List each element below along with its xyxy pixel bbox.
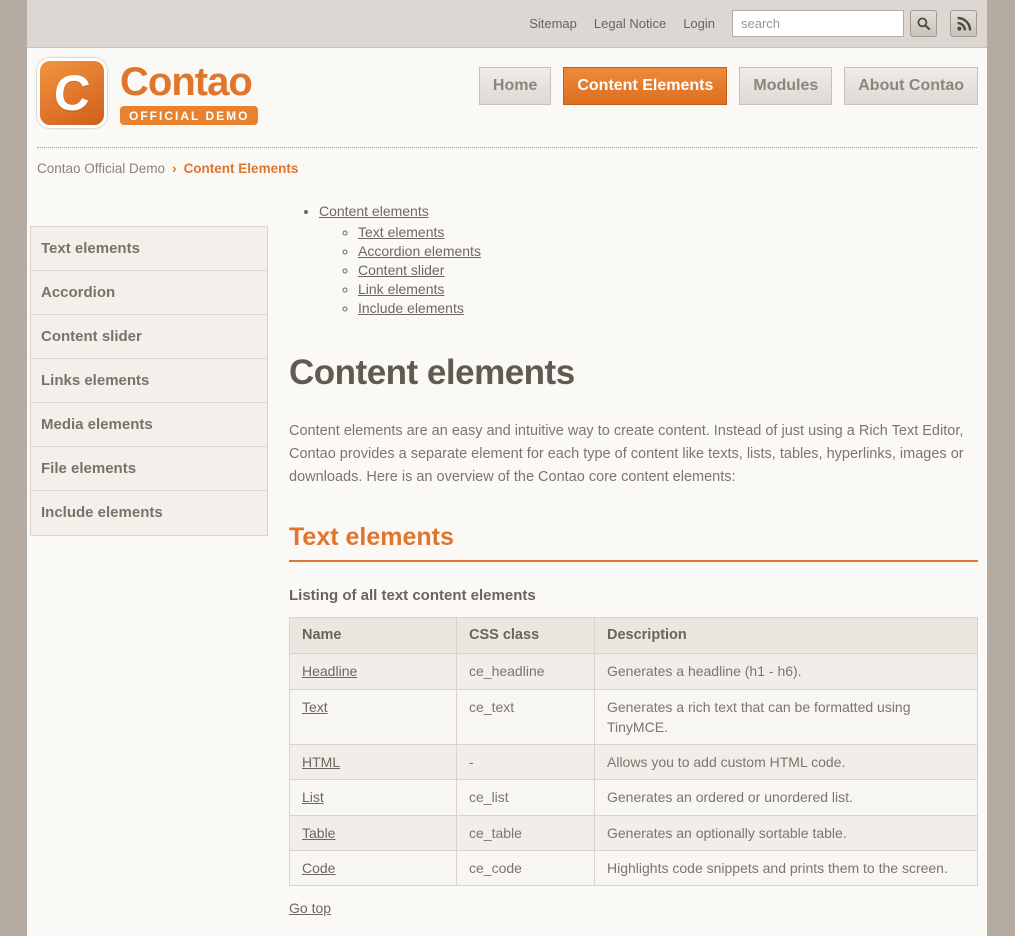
sidebar-navigation: Text elements Accordion Content slider L…: [30, 226, 268, 536]
table-caption: Listing of all text content elements: [289, 587, 978, 604]
toc-item: Content slider: [358, 262, 978, 278]
login-link[interactable]: Login: [683, 16, 715, 31]
search-icon: [916, 16, 932, 32]
table-row: Text ce_text Generates a rich text that …: [290, 689, 978, 745]
table-cell-css: ce_list: [457, 780, 595, 815]
search-input[interactable]: [732, 10, 904, 37]
toc-link-include-elements[interactable]: Include elements: [358, 300, 464, 316]
table-cell-description: Generates an ordered or unordered list.: [595, 780, 978, 815]
table-link-table[interactable]: Table: [302, 825, 335, 841]
nav-item-modules[interactable]: Modules: [739, 67, 832, 105]
nav-item-home[interactable]: Home: [479, 67, 551, 105]
table-cell-css: ce_table: [457, 815, 595, 850]
table-row: List ce_list Generates an ordered or uno…: [290, 780, 978, 815]
toc-item: Accordion elements: [358, 243, 978, 259]
table-link-headline[interactable]: Headline: [302, 663, 357, 679]
table-cell-description: Generates a headline (h1 - h6).: [595, 654, 978, 689]
rss-icon: [956, 16, 972, 32]
search-button[interactable]: [910, 10, 937, 37]
section-title-text-elements: Text elements: [289, 523, 978, 562]
toc-link-accordion-elements[interactable]: Accordion elements: [358, 243, 481, 259]
rss-button[interactable]: [950, 10, 977, 37]
sidebar-item-accordion[interactable]: Accordion: [31, 271, 267, 315]
page-container: Sitemap Legal Notice Login: [27, 0, 987, 936]
toc-item: Include elements: [358, 300, 978, 316]
nav-item-content-elements[interactable]: Content Elements: [563, 67, 727, 105]
toc-link-content-slider[interactable]: Content slider: [358, 262, 444, 278]
toc-link-content-elements[interactable]: Content elements: [319, 203, 429, 219]
table-cell-css: ce_code: [457, 851, 595, 886]
breadcrumb-root[interactable]: Contao Official Demo: [37, 161, 165, 176]
logo-letter: C: [52, 68, 92, 118]
sidebar-item-text-elements[interactable]: Text elements: [31, 227, 267, 271]
breadcrumb: Contao Official Demo › Content Elements: [27, 148, 987, 187]
main-content: Content elements Text elements Accordion…: [289, 187, 978, 936]
page-title: Content elements: [289, 353, 978, 393]
sidebar-item-file-elements[interactable]: File elements: [31, 447, 267, 491]
logo-text: Contao OFFICIAL DEMO: [120, 61, 258, 125]
toc-link-text-elements[interactable]: Text elements: [358, 224, 444, 240]
sidebar-item-content-slider[interactable]: Content slider: [31, 315, 267, 359]
breadcrumb-separator-icon: ›: [172, 161, 177, 176]
main-navigation: Home Content Elements Modules About Cont…: [479, 67, 978, 105]
intro-paragraph: Content elements are an easy and intuiti…: [289, 420, 978, 488]
table-link-code[interactable]: Code: [302, 860, 335, 876]
logo-name: Contao: [120, 61, 258, 103]
column-header-description: Description: [595, 618, 978, 654]
sidebar-item-include-elements[interactable]: Include elements: [31, 491, 267, 535]
table-cell-description: Generates a rich text that can be format…: [595, 689, 978, 745]
contao-logo-icon[interactable]: C: [37, 58, 107, 128]
table-row: HTML - Allows you to add custom HTML cod…: [290, 745, 978, 780]
breadcrumb-current: Content Elements: [184, 161, 299, 176]
toc-item: Text elements: [358, 224, 978, 240]
nav-item-about-contao[interactable]: About Contao: [844, 67, 978, 105]
toc-item-parent: Content elements Text elements Accordion…: [319, 203, 978, 316]
toc-list: Content elements Text elements Accordion…: [319, 203, 978, 316]
table-cell-css: ce_headline: [457, 654, 595, 689]
table-link-list[interactable]: List: [302, 789, 324, 805]
content-elements-table: Name CSS class Description Headline ce_h…: [289, 617, 978, 886]
table-row: Headline ce_headline Generates a headlin…: [290, 654, 978, 689]
column-header-css-class: CSS class: [457, 618, 595, 654]
table-row: Table ce_table Generates an optionally s…: [290, 815, 978, 850]
table-cell-description: Generates an optionally sortable table.: [595, 815, 978, 850]
topbar: Sitemap Legal Notice Login: [27, 0, 987, 48]
table-link-text[interactable]: Text: [302, 699, 328, 715]
sidebar-item-links-elements[interactable]: Links elements: [31, 359, 267, 403]
table-cell-description: Highlights code snippets and prints them…: [595, 851, 978, 886]
legal-notice-link[interactable]: Legal Notice: [594, 16, 666, 31]
toc-link-link-elements[interactable]: Link elements: [358, 281, 444, 297]
sidebar-item-media-elements[interactable]: Media elements: [31, 403, 267, 447]
toc-sublist: Text elements Accordion elements Content…: [358, 224, 978, 316]
toc-item: Link elements: [358, 281, 978, 297]
column-header-name: Name: [290, 618, 457, 654]
table-link-html[interactable]: HTML: [302, 754, 340, 770]
logo-claim-badge: OFFICIAL DEMO: [120, 106, 258, 125]
go-top-link[interactable]: Go top: [289, 900, 331, 916]
table-row: Code ce_code Highlights code snippets an…: [290, 851, 978, 886]
site-header: C Contao OFFICIAL DEMO Home Content Elem…: [27, 48, 987, 147]
table-header-row: Name CSS class Description: [290, 618, 978, 654]
table-cell-css: ce_text: [457, 689, 595, 745]
table-cell-description: Allows you to add custom HTML code.: [595, 745, 978, 780]
sitemap-link[interactable]: Sitemap: [529, 16, 577, 31]
table-cell-css: -: [457, 745, 595, 780]
